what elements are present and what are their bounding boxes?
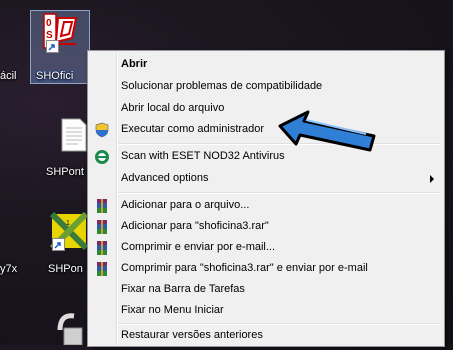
shponto-app-icon[interactable]: 1 — [49, 211, 89, 252]
menu-item-executar-como-administrador[interactable]: Executar como administrador — [90, 119, 442, 140]
menu-item-label: Adicionar para o arquivo... — [121, 199, 250, 211]
winrar-icon — [94, 261, 110, 277]
winrar-icon — [94, 198, 110, 214]
menu-item-label: Restaurar versões anteriores — [121, 329, 263, 341]
partial-desktop-icon[interactable] — [56, 310, 86, 346]
desktop-icon-label-shponto-2[interactable]: SHPon — [48, 263, 83, 275]
shortcut-arrow-icon — [52, 238, 65, 251]
menu-item-advanced-options[interactable]: Advanced options — [90, 168, 442, 189]
desktop-icon-label-shponto-1[interactable]: SHPont — [46, 166, 84, 178]
menu-item-comprimir-email[interactable]: Comprimir e enviar por e-mail... — [90, 237, 442, 258]
shortcut-arrow-icon — [46, 40, 59, 53]
menu-item-adicionar-rar[interactable]: Adicionar para "shoficina3.rar" — [90, 216, 442, 237]
winrar-icon — [94, 219, 110, 235]
menu-item-solucionar-problemas[interactable]: Solucionar problemas de compatibilidade — [90, 76, 442, 97]
menu-item-label: Comprimir e enviar por e-mail... — [121, 241, 276, 253]
menu-item-label: Solucionar problemas de compatibilidade — [121, 80, 323, 92]
menu-item-abrir-local[interactable]: Abrir local do arquivo — [90, 98, 442, 119]
menu-item-adicionar-arquivo[interactable]: Adicionar para o arquivo... — [90, 195, 442, 216]
submenu-arrow-icon — [430, 175, 434, 183]
menu-item-label: Advanced options — [121, 172, 209, 184]
context-menu: Abrir Solucionar problemas de compatibil… — [87, 50, 445, 347]
winrar-icon — [94, 240, 110, 256]
menu-item-label: Adicionar para "shoficina3.rar" — [121, 220, 269, 232]
menu-item-label: Abrir local do arquivo — [121, 102, 225, 114]
menu-item-label: Scan with ESET NOD32 Antivirus — [121, 150, 285, 162]
desktop-icon-label-partial-2[interactable]: y7x — [0, 263, 17, 275]
menu-item-label: Executar como administrador — [121, 123, 265, 135]
desktop-icon-label-shoficina[interactable]: SHOfici — [34, 70, 76, 82]
annotation-arrow-icon — [278, 110, 376, 152]
menu-item-comprimir-rar-email[interactable]: Comprimir para "shoficina3.rar" e enviar… — [90, 258, 442, 279]
uac-shield-icon — [94, 122, 110, 138]
menu-item-label: Comprimir para "shoficina3.rar" e enviar… — [121, 262, 368, 274]
desktop-icon-label-partial-1[interactable]: ácil — [0, 70, 17, 82]
desktop: ácil y7x 0 S SHOfici SHPont 1 SHPon Abri… — [0, 0, 453, 347]
eset-icon — [94, 149, 110, 165]
menu-item-fixar-barra-tarefas[interactable]: Fixar na Barra de Tarefas — [90, 279, 442, 300]
menu-separator — [118, 192, 440, 194]
menu-item-fixar-menu-iniciar[interactable]: Fixar no Menu Iniciar — [90, 300, 442, 321]
document-file-icon[interactable] — [60, 118, 88, 152]
svg-text:0: 0 — [46, 18, 52, 29]
menu-item-restaurar-versoes[interactable]: Restaurar versões anteriores — [90, 325, 442, 346]
shoficina-app-icon[interactable]: 0 S — [42, 12, 82, 53]
menu-item-label: Fixar no Menu Iniciar — [121, 304, 224, 316]
menu-item-label: Abrir — [121, 58, 148, 70]
menu-item-scan-eset[interactable]: Scan with ESET NOD32 Antivirus — [90, 146, 442, 167]
menu-item-label: Fixar na Barra de Tarefas — [121, 283, 245, 295]
menu-item-abrir[interactable]: Abrir — [90, 54, 442, 75]
svg-text:1: 1 — [66, 220, 70, 227]
